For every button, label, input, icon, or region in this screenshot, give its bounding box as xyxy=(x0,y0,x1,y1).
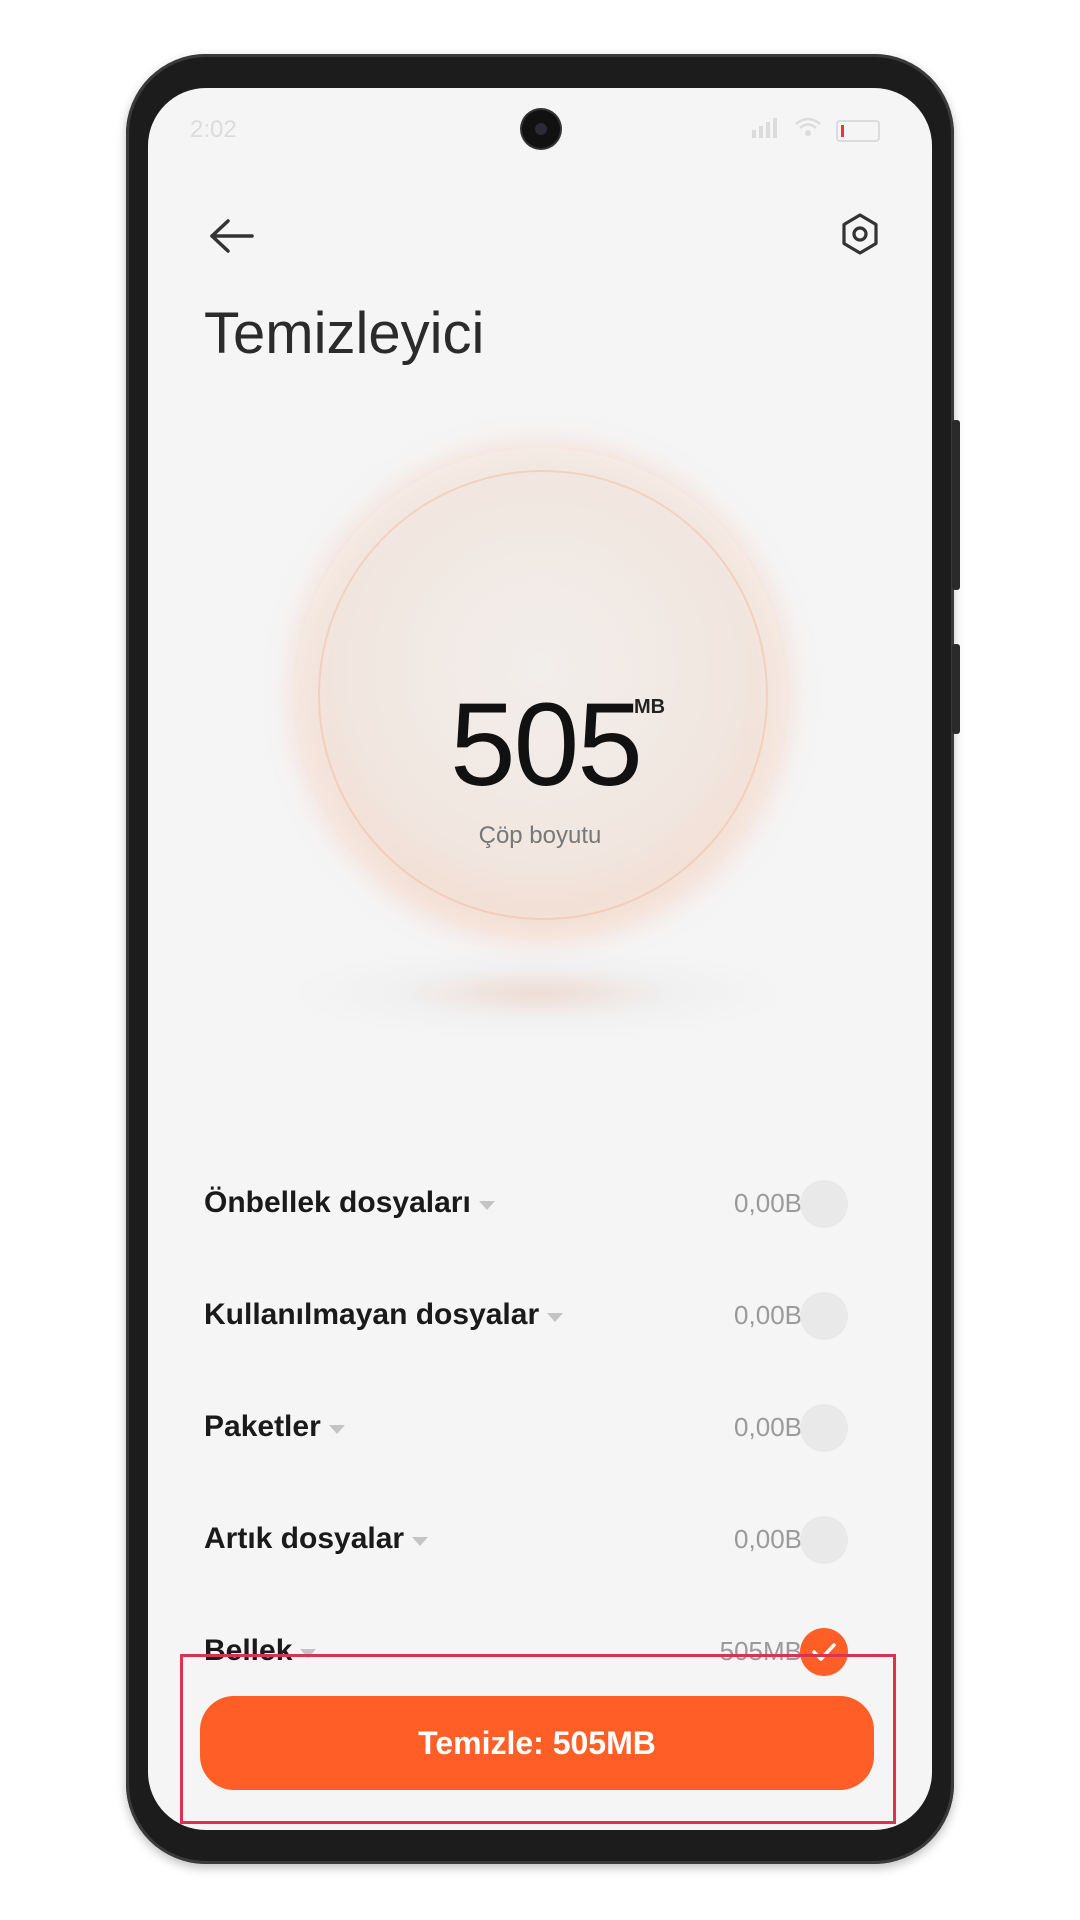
caret-down-icon[interactable] xyxy=(328,1424,345,1434)
select-checkbox[interactable] xyxy=(800,1292,848,1340)
orb-shadow xyxy=(298,948,778,1038)
select-checkbox[interactable] xyxy=(800,1404,848,1452)
battery-icon xyxy=(836,119,880,142)
list-item-size: 0,00B xyxy=(734,1524,802,1554)
list-item[interactable]: Paketler 0,00B xyxy=(148,1382,932,1472)
junk-size-value: 505 xyxy=(450,679,643,811)
wifi-icon xyxy=(794,116,822,145)
screen: 2:02 Temizleyici 505 MB Çöp boyutu Önbel… xyxy=(148,88,932,1830)
list-item-label-wrap: Paketler xyxy=(204,1410,345,1444)
front-camera xyxy=(522,110,560,148)
list-item-label-wrap: Kullanılmayan dosyalar xyxy=(204,1298,564,1332)
settings-button[interactable] xyxy=(830,204,890,264)
list-item[interactable]: Önbellek dosyaları 0,00B xyxy=(148,1158,932,1248)
list-item-label: Önbellek dosyaları xyxy=(204,1186,471,1219)
list-item-label-wrap: Artık dosyalar xyxy=(204,1522,429,1556)
list-item[interactable]: Kullanılmayan dosyalar 0,00B xyxy=(148,1270,932,1360)
list-item-label: Kullanılmayan dosyalar xyxy=(204,1298,540,1331)
power-button xyxy=(952,644,960,734)
status-time: 2:02 xyxy=(190,116,237,143)
list-item-size: 0,00B xyxy=(734,1188,802,1218)
back-button[interactable] xyxy=(202,206,262,266)
phone-frame: 2:02 Temizleyici 505 MB Çöp boyutu Önbel… xyxy=(126,54,960,1864)
page-title: Temizleyici xyxy=(204,301,485,366)
junk-size-label: Çöp boyutu xyxy=(478,822,602,849)
signal-icon xyxy=(750,117,780,145)
list-item-size: 0,00B xyxy=(734,1300,802,1330)
clean-button[interactable]: Temizle: 505MB xyxy=(200,1696,874,1790)
list-item-size: 0,00B xyxy=(734,1412,802,1442)
junk-size-unit: MB xyxy=(634,696,666,718)
select-checkbox[interactable] xyxy=(800,1180,848,1228)
list-item-label: Artık dosyalar xyxy=(204,1522,405,1555)
caret-down-icon[interactable] xyxy=(478,1200,495,1210)
select-checkbox[interactable] xyxy=(800,1516,848,1564)
list-item-label: Paketler xyxy=(204,1410,321,1443)
caret-down-icon[interactable] xyxy=(547,1312,564,1322)
hexagon-gear-icon xyxy=(842,213,878,255)
volume-button xyxy=(952,420,960,590)
caret-down-icon[interactable] xyxy=(412,1536,429,1546)
arrow-left-icon xyxy=(210,219,254,253)
list-item-label-wrap: Önbellek dosyaları xyxy=(204,1186,495,1220)
list-item[interactable]: Artık dosyalar 0,00B xyxy=(148,1494,932,1584)
status-icons xyxy=(750,116,880,145)
